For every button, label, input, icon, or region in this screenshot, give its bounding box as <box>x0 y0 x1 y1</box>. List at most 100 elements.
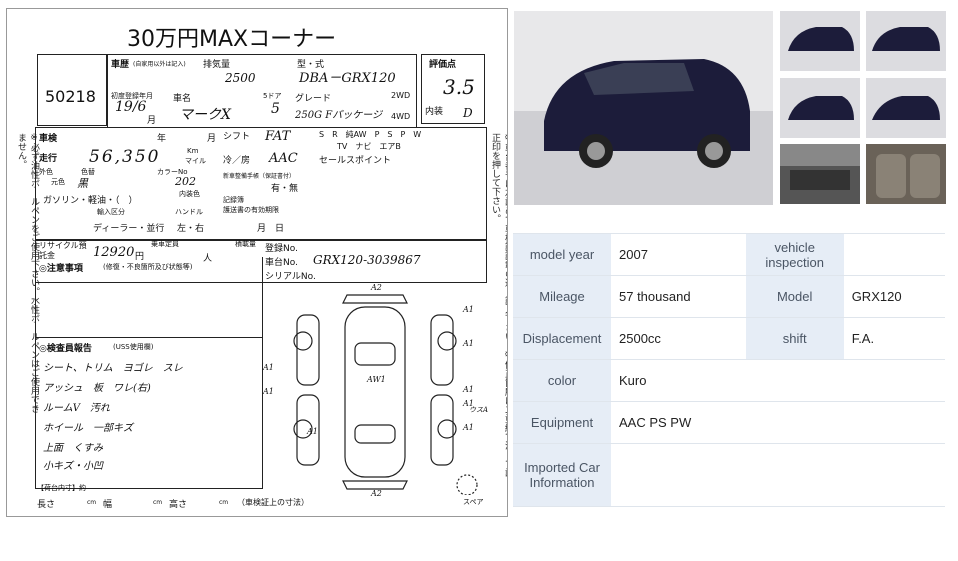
damage-mark: A1 <box>263 363 274 372</box>
lot-number: 50218 <box>45 87 96 106</box>
thumb-photo[interactable] <box>866 144 946 204</box>
spec-key: Model <box>745 275 844 318</box>
table-row: Equipment AAC PS PW <box>513 401 945 444</box>
notes-sub: (修復・不良箇所及び状態等) <box>103 263 193 271</box>
spec-key: Displacement <box>513 317 611 360</box>
cm-label: cm <box>87 499 97 506</box>
model-type-value: DBA－GRX120 <box>299 71 396 86</box>
damage-mark: A1 <box>463 423 474 432</box>
mile-label: マイル <box>185 157 206 165</box>
spare-label: スペア <box>463 498 484 506</box>
spec-value: 2500cc <box>611 317 746 360</box>
spec-value: Kuro <box>611 359 945 402</box>
doors-label: 5ドア <box>263 92 282 100</box>
report-line: シート、トリム ヨゴレ スレ <box>43 363 183 374</box>
table-row: Mileage 57 thousand Model GRX120 <box>513 275 945 318</box>
reg-no-label: 登録No. <box>265 244 298 254</box>
damage-mark: AW1 <box>367 375 386 384</box>
spec-key: model year <box>513 233 611 276</box>
handle-value: 左・右 <box>177 224 205 234</box>
spec-value <box>843 233 945 276</box>
bed-label: 【荷台内寸】約 <box>37 484 86 492</box>
rating-label: 評価点 <box>429 60 457 70</box>
spec-value: AAC PS PW <box>611 401 945 444</box>
mileage-label: 走行 <box>39 154 58 164</box>
spec-value <box>611 443 945 507</box>
chassis-value: GRX120-3039867 <box>313 253 421 267</box>
damage-mark: A1 <box>263 387 274 396</box>
sheet-title: 30万円MAXコーナー <box>127 27 337 52</box>
report-line: アッシュ 板 ワレ(右) <box>43 383 151 394</box>
report-line: ルームV 汚れ <box>43 403 110 414</box>
displacement-label: 排気量 <box>203 60 231 70</box>
vehicle-spec-table: model year 2007 vehicle inspection Milea… <box>513 233 945 507</box>
damage-mark: A1 <box>463 385 474 394</box>
km-label: Km <box>187 147 199 155</box>
table-row: Imported Car Information <box>513 443 945 507</box>
cm-label: cm <box>153 499 163 506</box>
capacity-label: 乗車定員 <box>151 240 179 248</box>
month-label: 月 <box>147 116 157 126</box>
spec-key: Mileage <box>513 275 611 318</box>
table-row: color Kuro <box>513 359 945 402</box>
length-label: 長さ <box>37 500 56 510</box>
fuel-label: ガソリン・軽油・（ ） <box>43 196 138 206</box>
shaken-label: 車検 <box>39 134 58 144</box>
first-reg-value: 19/6 <box>115 99 147 115</box>
ga-label: ウスA <box>469 406 489 414</box>
spec-value: 57 thousand <box>611 275 746 318</box>
rating-value: 3.5 <box>443 75 475 99</box>
warranty-value: 有・無 <box>271 184 299 194</box>
equipment-row-1: S R 純AW P S P W <box>319 130 422 139</box>
car-history-note: (自家用以外は記入) <box>133 61 186 68</box>
chassis-label: 車台No. <box>265 258 298 268</box>
report-line: 上面 くすみ <box>43 443 103 454</box>
thumb-photo[interactable] <box>780 11 860 71</box>
orig-color-value: 黒 <box>77 177 88 190</box>
record-label: 記録簿 <box>223 196 244 204</box>
2wd-label: 2WD <box>391 91 411 100</box>
handle-label: ハンドル <box>175 208 203 216</box>
shift-label: シフト <box>223 132 251 142</box>
spec-value: F.A. <box>843 317 945 360</box>
warranty-label: 新車整備手帳（保証書付） <box>223 173 296 180</box>
displacement-value: 2500 <box>225 71 256 85</box>
thumb-photo[interactable] <box>780 144 860 204</box>
import-label: 輸入区分 <box>97 208 125 216</box>
spec-value: 2007 <box>611 233 746 276</box>
grade-value: 250G Fパッケージ <box>295 110 382 121</box>
ac-label: 冷／房 <box>223 156 251 166</box>
spec-key: shift <box>745 317 844 360</box>
orig-color-label: 元色 <box>51 178 65 186</box>
table-row: model year 2007 vehicle inspection <box>513 233 945 276</box>
doors-value: 5 <box>271 101 280 117</box>
damage-mark: A1 <box>307 427 318 436</box>
auction-sheet: 30万円MAXコーナー 50218 車歴 (自家用以外は記入) 排気量 2500… <box>6 8 508 517</box>
exterior-label: 外色 <box>39 168 53 176</box>
thumb-photo[interactable] <box>780 78 860 138</box>
thumb-photo[interactable] <box>866 78 946 138</box>
chassis-dim-label: （車検証上の寸法） <box>237 498 309 507</box>
height-label: 高さ <box>169 500 188 510</box>
thumb-photo[interactable] <box>866 11 946 71</box>
load-label: 積載量 <box>235 240 256 248</box>
spec-key: color <box>513 359 611 402</box>
table-row: Displacement 2500cc shift F.A. <box>513 317 945 360</box>
spec-key: vehicle inspection <box>745 233 844 276</box>
car-damage-diagram <box>293 294 478 495</box>
shift-value: FAT <box>265 129 291 144</box>
damage-mark: A1 <box>463 339 474 348</box>
day-label: 月 日 <box>257 224 285 234</box>
import-value: ディーラー・並行 <box>93 224 165 234</box>
spec-key: Equipment <box>513 401 611 444</box>
damage-mark: A2 <box>371 283 382 292</box>
car-name-label: 車名 <box>173 94 192 104</box>
inspector-sub: (USS使用欄) <box>113 343 154 351</box>
main-car-photo[interactable] <box>514 11 773 205</box>
color-no-value: 202 <box>175 175 196 188</box>
shaken-month-label: 月 <box>207 134 217 144</box>
sales-point-label: セールスポイント <box>319 156 392 166</box>
mileage-value: 56,350 <box>89 147 161 167</box>
inner-color-label: 内装色 <box>179 190 200 198</box>
report-line: ホイール 一部キズ <box>43 423 133 434</box>
